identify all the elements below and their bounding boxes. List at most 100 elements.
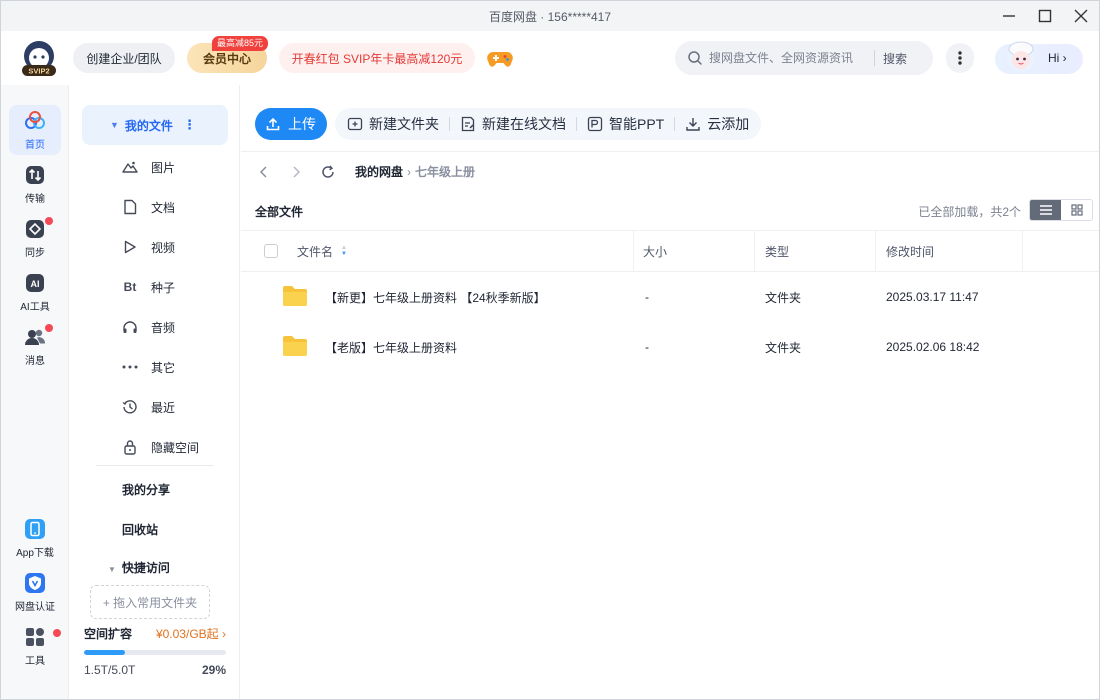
upload-button[interactable]: 上传 bbox=[255, 108, 327, 140]
close-button[interactable] bbox=[1063, 1, 1099, 31]
sidebar-label-others: 其它 bbox=[151, 360, 176, 375]
new-online-doc-button[interactable]: 新建在线文档 bbox=[456, 114, 570, 134]
refresh-button[interactable] bbox=[317, 161, 339, 183]
rail-item-home[interactable]: 首页 bbox=[9, 105, 61, 155]
window-title: 百度网盘 · 156*****417 bbox=[488, 9, 612, 24]
sidebar-label-documents: 文档 bbox=[151, 200, 176, 215]
sidebar-label-audio: 音频 bbox=[151, 320, 176, 335]
file-type: 文件夹 bbox=[765, 340, 802, 355]
sidebar-item-hidden-space[interactable]: 隐藏空间 bbox=[122, 437, 199, 457]
new-folder-label: 新建文件夹 bbox=[369, 116, 439, 132]
storage-price[interactable]: ¥0.03/GB起 › bbox=[156, 625, 226, 642]
storage-usage-bar bbox=[84, 650, 226, 655]
search-input[interactable] bbox=[709, 51, 874, 65]
sidebar-item-others[interactable]: 其它 bbox=[122, 357, 175, 377]
rail-item-verify[interactable]: 网盘认证 bbox=[9, 567, 61, 617]
minimize-button[interactable] bbox=[991, 1, 1027, 31]
column-divider[interactable] bbox=[633, 231, 634, 271]
column-header-name[interactable]: 文件名 ▲ ▼ bbox=[297, 231, 347, 271]
forward-button[interactable] bbox=[285, 161, 307, 183]
my-files-label: 我的文件 bbox=[124, 118, 173, 133]
new-folder-icon bbox=[347, 117, 363, 131]
home-icon bbox=[25, 110, 45, 129]
message-notification-dot bbox=[45, 324, 53, 332]
breadcrumb-current: 七年级上册 bbox=[415, 165, 476, 179]
image-icon bbox=[122, 159, 138, 175]
file-size: - bbox=[645, 290, 649, 304]
assistant-avatar-icon[interactable] bbox=[1001, 37, 1041, 77]
new-folder-button[interactable]: 新建文件夹 bbox=[343, 114, 443, 134]
column-divider[interactable] bbox=[875, 231, 876, 271]
video-icon bbox=[122, 239, 138, 255]
sidebar-quick-access[interactable]: ▼ 快捷访问 bbox=[108, 559, 170, 576]
sidebar-item-documents[interactable]: 文档 bbox=[122, 197, 175, 217]
navigation-row: 我的网盘 › 七年级上册 bbox=[241, 151, 1099, 191]
file-name[interactable]: 【老版】七年级上册资料 bbox=[325, 322, 457, 372]
sidebar-item-images[interactable]: 图片 bbox=[122, 157, 175, 177]
search-icon bbox=[688, 51, 702, 65]
main-content: 上传 新建文件夹 新建在线文档 智能PPT 云添加 我的网盘 › 七年级上册 全… bbox=[241, 85, 1099, 699]
table-row[interactable]: 【新更】七年级上册资料 【24秋季新版】 - 文件夹 2025.03.17 11… bbox=[241, 272, 1099, 322]
profile-avatar-icon[interactable]: SVIP2 bbox=[19, 39, 59, 77]
sidebar-item-recent[interactable]: 最近 bbox=[122, 397, 175, 417]
rail-item-app-download[interactable]: App下载 bbox=[9, 513, 61, 563]
cloud-add-button[interactable]: 云添加 bbox=[681, 114, 753, 134]
storage-usage: 1.5T/5.0T bbox=[84, 663, 136, 677]
sidebar-item-videos[interactable]: 视频 bbox=[122, 237, 175, 257]
rail-item-message[interactable]: 消息 bbox=[9, 321, 61, 371]
file-name[interactable]: 【新更】七年级上册资料 【24秋季新版】 bbox=[325, 272, 546, 322]
sidebar-item-my-share[interactable]: 我的分享 bbox=[122, 481, 170, 498]
search-button[interactable]: 搜索 bbox=[883, 50, 907, 67]
promo-banner-button[interactable]: 开春红包 SVIP年卡最高减120元 bbox=[279, 43, 475, 73]
maximize-button[interactable] bbox=[1027, 1, 1063, 31]
view-mode-toggle bbox=[1029, 199, 1093, 221]
sidebar-item-my-files[interactable]: ▼ 我的文件 ⋮ bbox=[82, 105, 228, 145]
rail-item-tools[interactable]: 工具 bbox=[9, 621, 61, 671]
select-all-checkbox[interactable] bbox=[264, 244, 278, 258]
folder-icon bbox=[283, 336, 307, 356]
breadcrumb: 我的网盘 › 七年级上册 bbox=[355, 163, 475, 180]
minimize-icon bbox=[1003, 15, 1015, 17]
rail-label-ai-tools: AI工具 bbox=[20, 301, 50, 313]
column-header-size[interactable]: 大小 bbox=[643, 231, 667, 271]
storage-panel[interactable]: 空间扩容 ¥0.03/GB起 › 1.5T/5.0T 29% bbox=[84, 625, 226, 677]
column-header-type[interactable]: 类型 bbox=[765, 231, 789, 271]
sidebar-item-recycle-bin[interactable]: 回收站 bbox=[122, 521, 158, 538]
file-toolbar: 上传 新建文件夹 新建在线文档 智能PPT 云添加 bbox=[255, 108, 762, 140]
rail-label-sync: 同步 bbox=[25, 247, 45, 259]
table-row[interactable]: 【老版】七年级上册资料 - 文件夹 2025.02.06 18:42 bbox=[241, 322, 1099, 372]
game-controller-icon[interactable] bbox=[487, 46, 513, 70]
tools-notification-dot bbox=[53, 629, 61, 637]
column-header-modified[interactable]: 修改时间 bbox=[886, 231, 934, 271]
grid-view-icon bbox=[1070, 204, 1083, 216]
sidebar-divider bbox=[96, 465, 214, 466]
document-icon bbox=[122, 199, 138, 215]
back-button[interactable] bbox=[253, 161, 275, 183]
grid-view-button[interactable] bbox=[1061, 200, 1092, 220]
expand-triangle-icon: ▼ bbox=[108, 565, 116, 574]
promo-banner-label: 开春红包 SVIP年卡最高减120元 bbox=[291, 51, 463, 66]
rail-item-sync[interactable]: 同步 bbox=[9, 213, 61, 263]
sidebar-item-torrents[interactable]: Bt 种子 bbox=[122, 277, 175, 297]
rail-item-ai-tools[interactable]: AI AI工具 bbox=[9, 267, 61, 317]
quick-access-drop-zone[interactable]: + 拖入常用文件夹 bbox=[90, 585, 210, 619]
sidebar-label-hidden-space: 隐藏空间 bbox=[151, 440, 200, 455]
toolbar-actions: 新建文件夹 新建在线文档 智能PPT 云添加 bbox=[335, 108, 762, 140]
column-divider[interactable] bbox=[1022, 231, 1023, 271]
create-enterprise-button[interactable]: 创建企业/团队 bbox=[73, 43, 175, 73]
new-doc-icon bbox=[461, 116, 475, 132]
sidebar-label-images: 图片 bbox=[151, 160, 176, 175]
rail-item-transfer[interactable]: 传输 bbox=[9, 159, 61, 209]
breadcrumb-root[interactable]: 我的网盘 bbox=[355, 163, 403, 180]
file-size: - bbox=[645, 340, 649, 354]
list-view-button[interactable] bbox=[1030, 200, 1061, 220]
more-menu-button[interactable] bbox=[946, 43, 974, 73]
create-enterprise-label: 创建企业/团队 bbox=[86, 51, 162, 66]
upload-label: 上传 bbox=[288, 116, 316, 132]
rail-label-tools: 工具 bbox=[25, 655, 45, 667]
sidebar-item-audio[interactable]: 音频 bbox=[122, 317, 175, 337]
column-divider[interactable] bbox=[754, 231, 755, 271]
storage-usage-fill bbox=[84, 650, 126, 655]
my-files-menu-icon[interactable]: ⋮ bbox=[183, 117, 196, 133]
smart-ppt-button[interactable]: 智能PPT bbox=[583, 114, 668, 134]
